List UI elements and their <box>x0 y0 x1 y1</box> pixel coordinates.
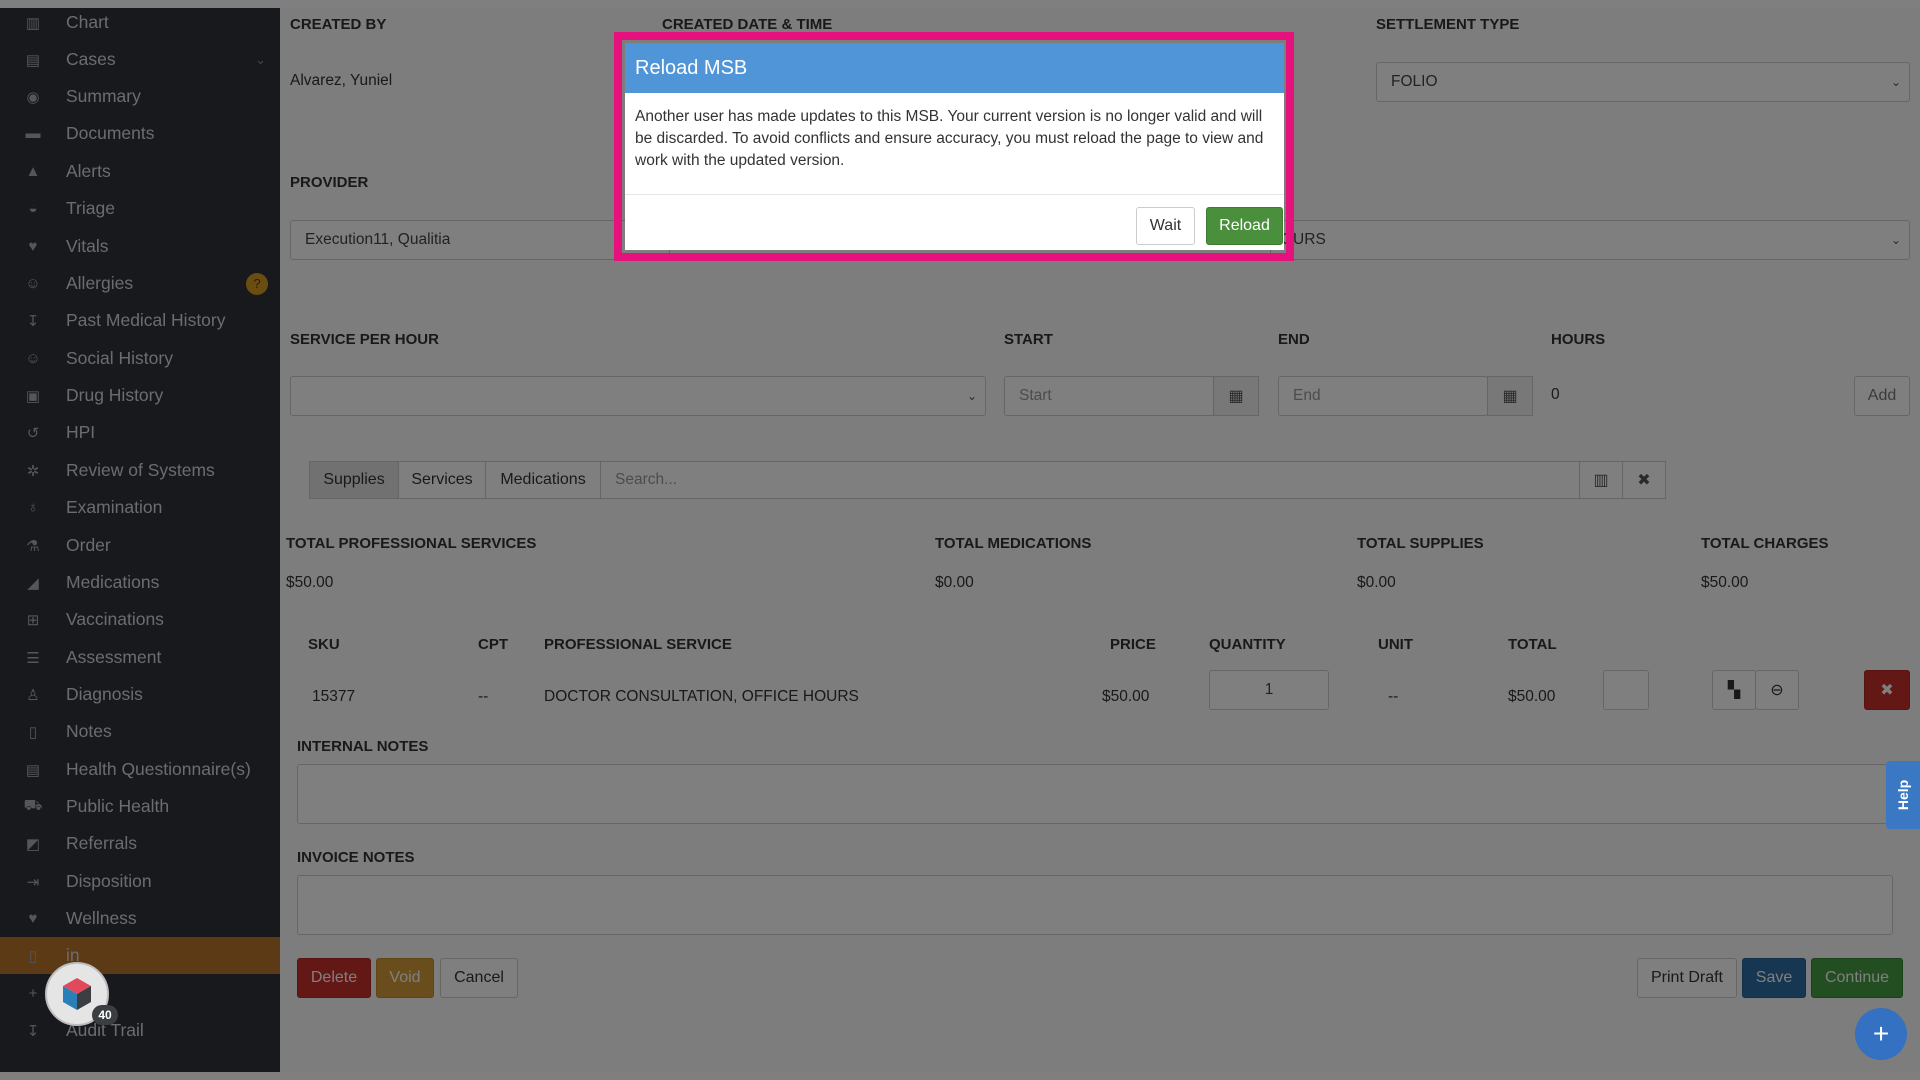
wait-button[interactable]: Wait <box>1136 207 1195 245</box>
help-label: Help <box>1895 779 1911 811</box>
modal-title: Reload MSB <box>625 43 1284 93</box>
plus-icon: + <box>1872 1018 1890 1049</box>
modal-footer: Wait Reload <box>625 195 1284 250</box>
reload-modal: Reload MSB Another user has made updates… <box>625 43 1284 250</box>
reload-button[interactable]: Reload <box>1206 207 1283 245</box>
modal-message: Another user has made updates to this MS… <box>625 93 1284 195</box>
add-fab-button[interactable]: + <box>1855 1008 1907 1060</box>
assistant-count-badge: 40 <box>92 1005 118 1025</box>
help-tab[interactable]: Help <box>1886 761 1920 829</box>
